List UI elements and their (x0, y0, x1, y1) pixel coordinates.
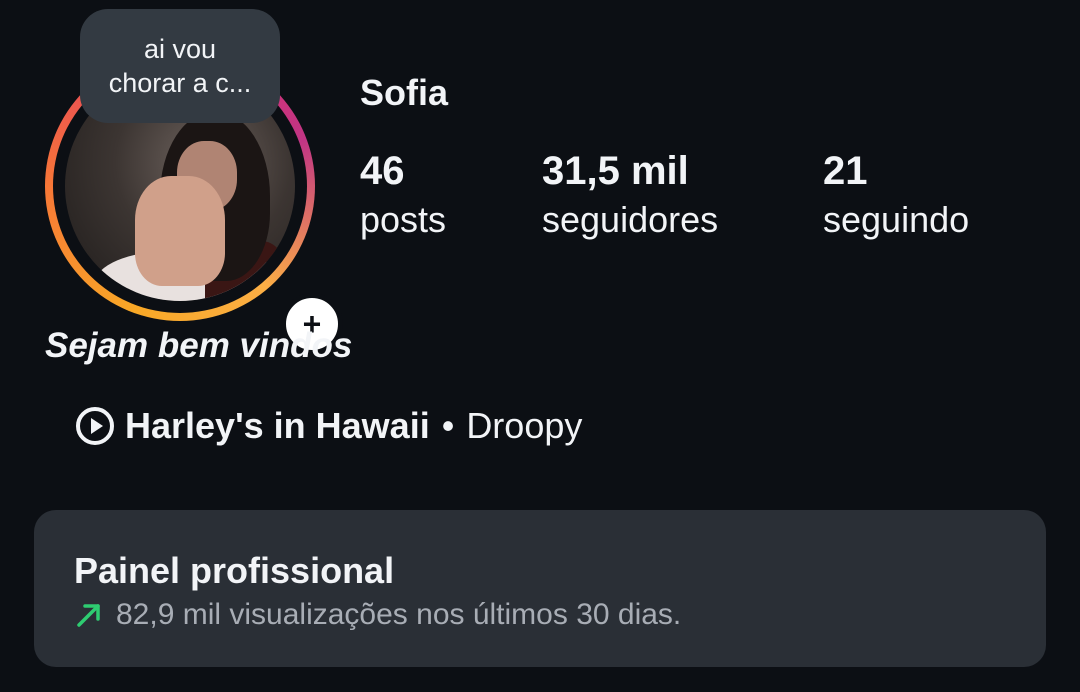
dashboard-title: Painel profissional (74, 550, 395, 591)
song-title: Harley's in Hawaii (125, 405, 430, 446)
stat-followers[interactable]: 31,5 mil seguidores (542, 146, 718, 244)
professional-dashboard[interactable]: Painel profissional 82,9 mil visualizaçõ… (34, 510, 1046, 667)
stat-value: 21 (823, 149, 868, 193)
profile-bio: Sejam bem vindos (45, 326, 353, 365)
stat-label: seguidores (542, 199, 719, 240)
profile-page: + ai vou chorar a c... Sofia 46 posts 31… (0, 0, 1080, 692)
stat-following[interactable]: 21 seguindo (823, 146, 969, 244)
music-separator: • (441, 405, 455, 446)
dashboard-summary-text: 82,9 mil visualizações nos últimos 30 di… (116, 598, 682, 631)
note-line-1: ai vou (143, 34, 217, 64)
stat-value: 46 (360, 149, 405, 193)
note-bubble[interactable]: ai vou chorar a c... (80, 9, 280, 123)
profile-username: Sofia (360, 72, 449, 113)
song-artist: Droopy (466, 405, 583, 446)
note-line-2: chorar a c... (108, 68, 252, 98)
trend-up-arrow-icon (77, 604, 100, 627)
profile-music[interactable]: Harley's in Hawaii • Droopy (75, 405, 582, 447)
stat-label: seguindo (823, 199, 970, 240)
play-circle-icon (76, 407, 114, 445)
stat-label: posts (360, 199, 447, 240)
dashboard-summary: 82,9 mil visualizações nos últimos 30 di… (74, 598, 681, 632)
stat-posts[interactable]: 46 posts (360, 146, 446, 244)
stat-value: 31,5 mil (542, 149, 689, 193)
